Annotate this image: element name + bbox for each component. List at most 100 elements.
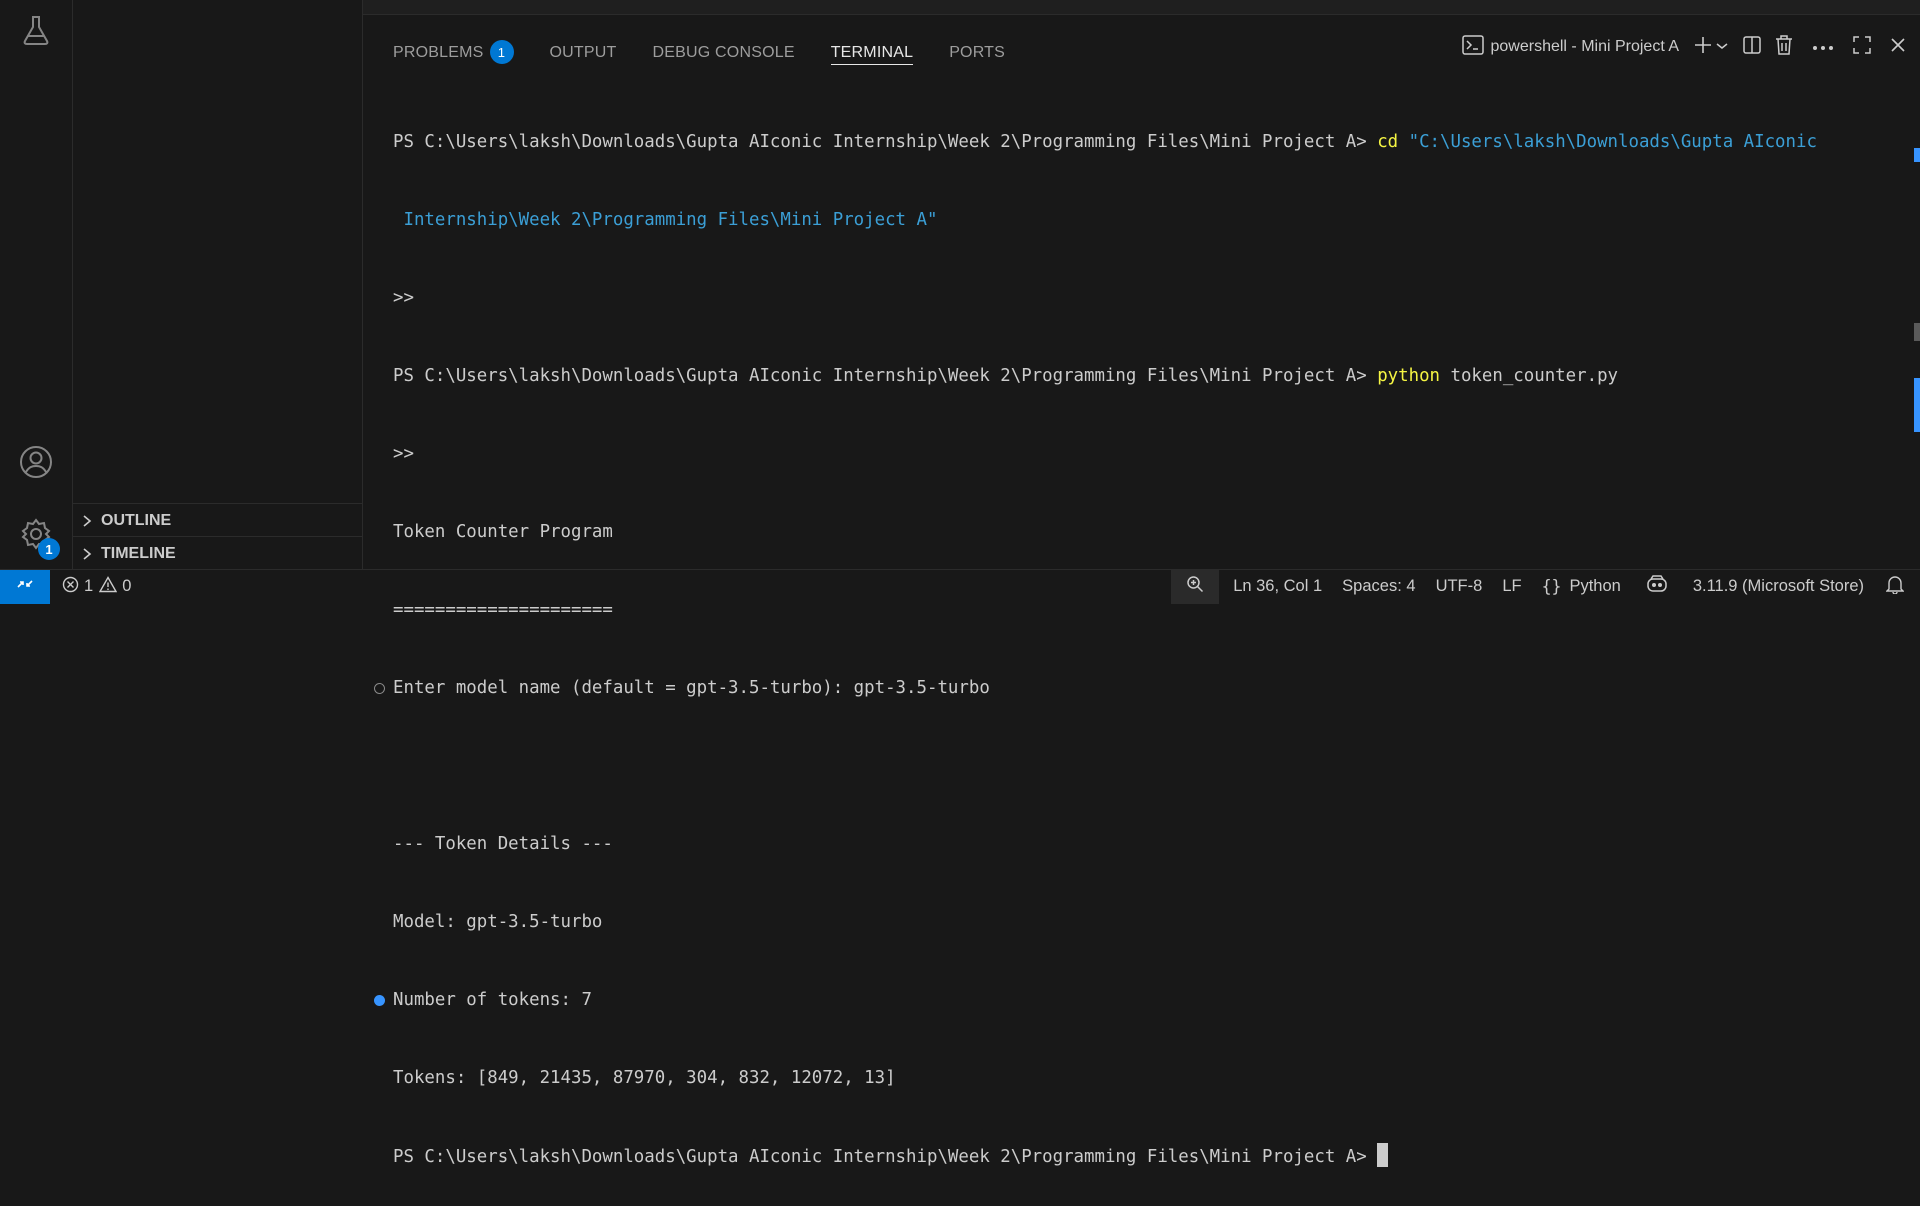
- tab-label: DEBUG CONSOLE: [652, 44, 795, 61]
- terminal-line: Internship\Week 2\Programming Files\Mini…: [393, 207, 1890, 233]
- command-decoration-icon[interactable]: [374, 683, 385, 694]
- tab-ports[interactable]: PORTS: [949, 31, 1005, 65]
- command-decoration-icon[interactable]: [374, 995, 385, 1006]
- copilot-icon: [1645, 575, 1669, 598]
- cursor-position[interactable]: Ln 36, Col 1: [1219, 570, 1332, 604]
- terminal-line: Number of tokens: 7: [374, 987, 1890, 1013]
- eol-text: LF: [1502, 577, 1522, 595]
- output-text: Tokens: [849, 21435, 87970, 304, 832, 12…: [393, 1068, 896, 1088]
- cursor-position-text: Ln 36, Col 1: [1233, 577, 1323, 595]
- braces-icon: {}: [1541, 577, 1562, 596]
- bottom-panel: PROBLEMS 1 OUTPUT DEBUG CONSOLE TERMINAL…: [363, 15, 1920, 1167]
- split-terminal-button[interactable]: [1742, 33, 1762, 61]
- copilot-status[interactable]: [1631, 570, 1683, 604]
- output-text: Number of tokens: 7: [393, 990, 592, 1010]
- testing-flask-icon[interactable]: [18, 12, 54, 48]
- notifications-button[interactable]: [1874, 570, 1920, 604]
- outline-section-header[interactable]: OUTLINE: [73, 503, 362, 537]
- scrollbar-marker: [1914, 378, 1920, 432]
- python-interpreter[interactable]: 3.11.9 (Microsoft Store): [1683, 570, 1874, 604]
- new-terminal-button[interactable]: [1693, 33, 1728, 61]
- tab-debug-console[interactable]: DEBUG CONSOLE: [653, 31, 795, 65]
- output-text: Model: gpt-3.5-turbo: [393, 912, 603, 932]
- timeline-section-header[interactable]: TIMELINE: [73, 536, 362, 570]
- status-bar: 1 0 Ln 36, Col 1 Spaces: 4 UTF-8 LF {} P…: [0, 569, 1920, 604]
- close-icon: [1890, 37, 1906, 58]
- split-icon: [1742, 35, 1762, 60]
- bell-icon: [1885, 575, 1905, 599]
- terminal-line: >>: [393, 285, 1890, 311]
- indentation[interactable]: Spaces: 4: [1332, 570, 1425, 604]
- tab-problems[interactable]: PROBLEMS 1: [393, 31, 514, 65]
- remote-indicator[interactable]: [0, 569, 50, 604]
- more-actions-button[interactable]: [1812, 33, 1834, 61]
- continuation-text: >>: [393, 444, 414, 464]
- command-keyword: python: [1377, 366, 1441, 386]
- editor-area-edge: [363, 0, 1920, 15]
- plus-icon: [1693, 35, 1713, 60]
- tab-label: OUTPUT: [549, 44, 617, 61]
- terminal-line: >>: [393, 441, 1890, 467]
- zoom-in-icon: [1186, 575, 1204, 598]
- command-argument: token_counter.py: [1440, 366, 1619, 386]
- chevron-right-icon: [73, 547, 101, 561]
- prompt-text: PS C:\Users\laksh\Downloads\Gupta AIconi…: [393, 1147, 1378, 1167]
- command-keyword: cd: [1377, 132, 1399, 152]
- continuation-text: >>: [393, 288, 414, 308]
- end-of-line[interactable]: LF: [1492, 570, 1531, 604]
- terminal-line: --- Token Details ---: [393, 831, 1890, 857]
- terminal-line: PS C:\Users\laksh\Downloads\Gupta AIconi…: [393, 363, 1890, 389]
- accounts-icon[interactable]: [18, 444, 54, 480]
- terminal-line: Tokens: [849, 21435, 87970, 304, 832, 12…: [393, 1065, 1890, 1091]
- problems-status[interactable]: 1 0: [50, 570, 141, 604]
- tab-label: TERMINAL: [830, 44, 914, 61]
- prompt-text: PS C:\Users\laksh\Downloads\Gupta AIconi…: [393, 132, 1378, 152]
- zoom-button[interactable]: [1171, 569, 1220, 604]
- remote-icon: [16, 575, 34, 598]
- encoding[interactable]: UTF-8: [1426, 570, 1493, 604]
- scrollbar-thumb[interactable]: [1914, 323, 1920, 341]
- ellipsis-icon: [1812, 38, 1834, 56]
- activity-bar: 1: [0, 0, 73, 569]
- terminal-instance-selector[interactable]: powershell - Mini Project A: [1462, 33, 1679, 61]
- scrollbar-marker: [1914, 148, 1920, 162]
- tab-terminal[interactable]: TERMINAL: [830, 31, 914, 65]
- language-mode[interactable]: {} Python: [1532, 570, 1631, 604]
- chevron-right-icon: [73, 514, 101, 528]
- prompt-text: PS C:\Users\laksh\Downloads\Gupta AIconi…: [393, 366, 1378, 386]
- terminal-line: Token Counter Program: [393, 519, 1890, 545]
- output-text: Enter model name (default = gpt-3.5-turb…: [393, 678, 990, 698]
- terminal-output[interactable]: PS C:\Users\laksh\Downloads\Gupta AIconi…: [374, 77, 1890, 1206]
- maximize-panel-button[interactable]: [1852, 33, 1872, 61]
- terminal-cursor: [1377, 1143, 1389, 1167]
- output-text: =====================: [393, 600, 613, 620]
- side-bar: OUTLINE TIMELINE: [73, 0, 363, 569]
- tab-label: PORTS: [949, 44, 1006, 61]
- problems-count-badge: 1: [489, 40, 514, 64]
- error-count: 1: [84, 577, 94, 595]
- terminal-name: powershell - Mini Project A: [1490, 38, 1679, 55]
- manage-badge: 1: [38, 538, 60, 560]
- terminal-line: Model: gpt-3.5-turbo: [393, 909, 1890, 935]
- encoding-text: UTF-8: [1435, 577, 1483, 595]
- terminal-line: PS C:\Users\laksh\Downloads\Gupta AIconi…: [393, 1143, 1890, 1169]
- tab-label: PROBLEMS: [393, 44, 484, 61]
- maximize-icon: [1852, 35, 1872, 60]
- warning-icon: [98, 575, 118, 598]
- language-text: Python: [1569, 577, 1621, 595]
- warning-count: 0: [122, 577, 132, 595]
- error-icon: [62, 576, 79, 598]
- tab-output[interactable]: OUTPUT: [550, 31, 617, 65]
- panel-actions: powershell - Mini Project A: [1456, 30, 1920, 64]
- close-panel-button[interactable]: [1890, 33, 1906, 61]
- command-argument: Internship\Week 2\Programming Files\Mini…: [393, 210, 938, 230]
- trash-icon: [1774, 34, 1794, 61]
- command-argument: "C:\Users\laksh\Downloads\Gupta AIconic: [1398, 132, 1817, 152]
- timeline-label: TIMELINE: [101, 544, 176, 562]
- manage-gear-icon[interactable]: 1: [18, 516, 60, 560]
- interpreter-text: 3.11.9 (Microsoft Store): [1692, 577, 1864, 595]
- output-text: --- Token Details ---: [393, 834, 613, 854]
- chevron-down-icon[interactable]: [1716, 38, 1728, 56]
- kill-terminal-button[interactable]: [1774, 33, 1794, 61]
